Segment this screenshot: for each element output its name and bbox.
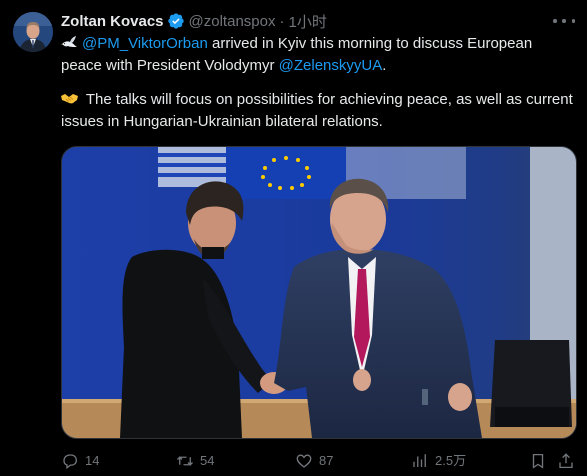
- tweet-header: Zoltan Kovacs @zoltanspox · 1小时: [61, 11, 327, 31]
- like-count: 87: [319, 453, 334, 468]
- reply-icon: [63, 454, 78, 470]
- tweet-text: @PM_ViktorOrban arrived in Kyiv this mor…: [61, 33, 576, 133]
- heart-icon: [296, 454, 312, 468]
- like-button[interactable]: 87: [295, 450, 333, 472]
- share-icon: [559, 453, 573, 469]
- photo-image: [62, 147, 576, 438]
- views-button[interactable]: 2.5万: [411, 450, 466, 472]
- timestamp[interactable]: 1小时: [288, 11, 326, 32]
- tweet-actions: 14 54 87 2.5万: [61, 450, 577, 472]
- tweet-text-segment: .: [382, 57, 387, 74]
- share-button[interactable]: [557, 450, 581, 472]
- views-count: 2.5万: [435, 453, 467, 468]
- author-name[interactable]: Zoltan Kovacs: [61, 13, 164, 30]
- reply-count: 14: [85, 453, 100, 468]
- tweet-text-segment: The talks will focus on possibilities fo…: [61, 91, 573, 130]
- reply-button[interactable]: 14: [61, 450, 99, 472]
- avatar-image: [13, 12, 53, 52]
- bookmark-button[interactable]: [529, 450, 553, 472]
- tweet-paragraph-2: The talks will focus on possibilities fo…: [61, 89, 576, 133]
- bookmark-icon: [532, 453, 544, 469]
- repost-button[interactable]: 54: [176, 450, 214, 472]
- more-options-icon[interactable]: [553, 13, 575, 29]
- tweet-paragraph-1: @PM_ViktorOrban arrived in Kyiv this mor…: [61, 33, 576, 77]
- tweet-photo[interactable]: [61, 146, 577, 439]
- dove-emoji-icon: [61, 35, 78, 50]
- views-icon: [413, 454, 426, 467]
- verified-badge-icon: [167, 12, 185, 30]
- mention-zelenskyy-ua[interactable]: @ZelenskyyUA: [279, 57, 383, 74]
- author-handle[interactable]: @zoltanspox: [189, 13, 276, 30]
- repost-count: 54: [200, 453, 215, 468]
- mention-pm-viktor-orban[interactable]: @PM_ViktorOrban: [82, 35, 208, 52]
- handshake-emoji-icon: [61, 91, 78, 106]
- avatar[interactable]: [13, 12, 53, 52]
- separator-dot: ·: [279, 12, 285, 30]
- repost-icon: [177, 456, 193, 466]
